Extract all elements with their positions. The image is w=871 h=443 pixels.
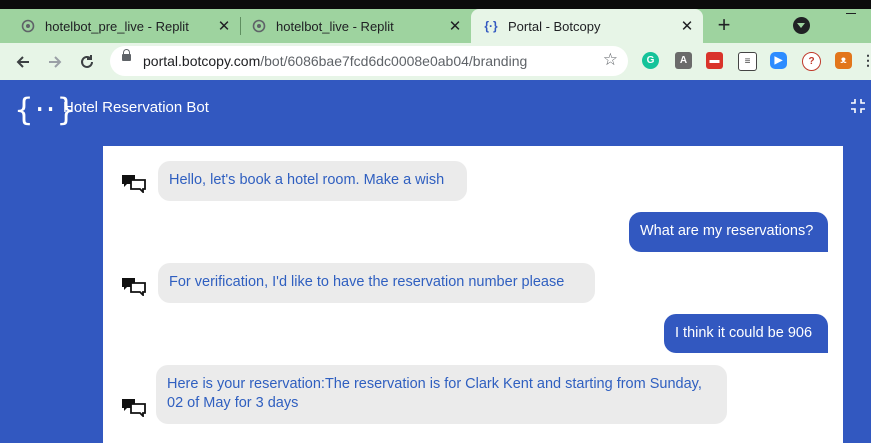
chat-bubbles-icon [122, 399, 146, 417]
lock-icon [122, 49, 131, 61]
metamask-icon[interactable]: ᴥ [835, 52, 852, 69]
tab-label: hotelbot_live - Replit [276, 18, 394, 34]
new-tab-button[interactable]: + [712, 14, 736, 38]
bookmark-star-icon[interactable]: ☆ [603, 50, 618, 70]
forward-arrow-icon [49, 55, 62, 68]
reload-button[interactable] [72, 43, 102, 80]
bot-title: Hotel Reservation Bot [63, 99, 209, 116]
forward-button[interactable] [40, 43, 70, 80]
notes-icon[interactable]: ≡ [738, 52, 757, 71]
bot-message: Hello, let's book a hotel room. Make a w… [158, 161, 467, 201]
collapse-icon[interactable] [850, 98, 866, 114]
close-tab-icon[interactable]: ✕ [216, 17, 232, 35]
zoom-icon[interactable]: ▶ [770, 52, 787, 69]
url-text[interactable]: portal.botcopy.com/bot/6086bae7fcd6dc000… [143, 53, 527, 69]
back-button[interactable] [8, 43, 38, 80]
user-message: I think it could be 906 [664, 314, 828, 353]
grammarly-icon[interactable]: G [642, 52, 659, 69]
replit-icon [20, 18, 36, 34]
minimize-icon[interactable] [846, 13, 856, 14]
more-extensions-icon[interactable]: ⋮ [861, 52, 871, 69]
back-arrow-icon [16, 55, 29, 68]
tab-portal-botcopy[interactable]: {·} Portal - Botcopy ✕ [471, 9, 703, 43]
address-bar[interactable]: portal.botcopy.com/bot/6086bae7fcd6dc000… [110, 46, 628, 76]
chat-bubbles-icon [122, 278, 146, 296]
tab-label: Portal - Botcopy [508, 18, 601, 34]
user-message: What are my reservations? [629, 212, 828, 252]
tab-hotelbot-live[interactable]: hotelbot_live - Replit ✕ [231, 9, 471, 43]
chat-bubbles-icon [122, 175, 146, 193]
botcopy-icon: {·} [484, 19, 498, 33]
todoist-icon[interactable]: ▬ [706, 52, 723, 69]
angular-icon[interactable]: A [675, 52, 692, 69]
tab-label: hotelbot_pre_live - Replit [45, 18, 189, 34]
reading-icon[interactable]: ? [802, 52, 821, 71]
tab-search-icon[interactable] [793, 17, 810, 34]
reload-icon [81, 54, 93, 68]
bot-message: Here is your reservation:The reservation… [156, 365, 727, 424]
close-tab-icon[interactable]: ✕ [447, 17, 463, 35]
bot-message: For verification, I'd like to have the r… [158, 263, 595, 303]
window-top-bar [0, 0, 871, 9]
close-tab-icon[interactable]: ✕ [679, 17, 695, 35]
tab-hotelbot-pre-live[interactable]: hotelbot_pre_live - Replit ✕ [0, 9, 240, 43]
replit-icon [251, 18, 267, 34]
